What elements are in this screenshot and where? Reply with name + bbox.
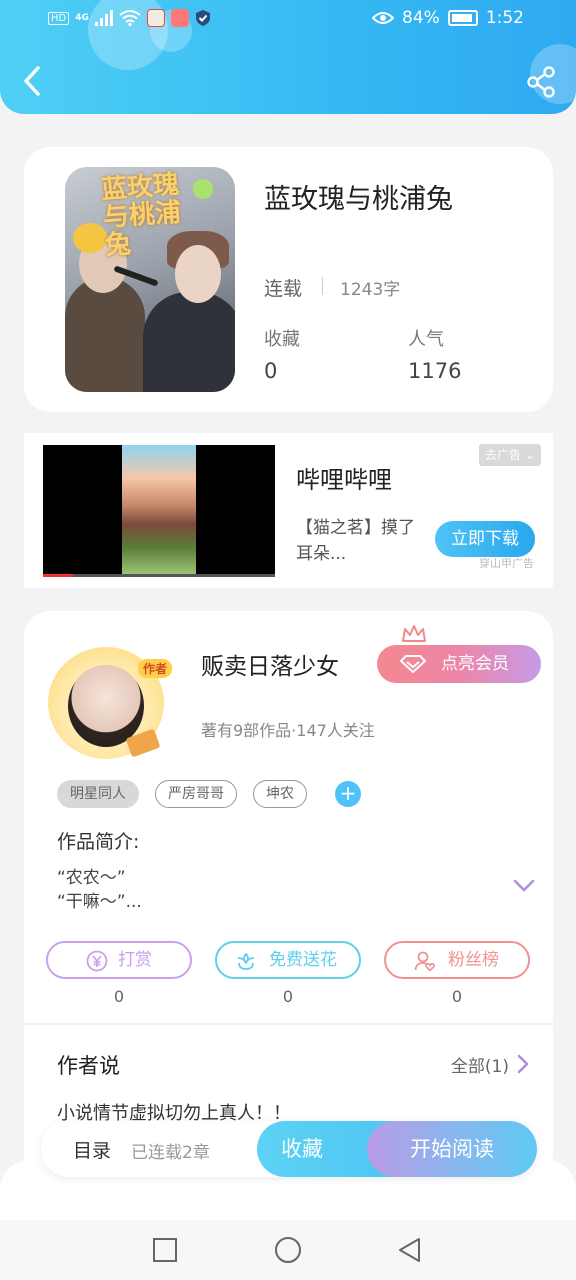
app-notification-icon (146, 9, 165, 27)
user-heart-icon (414, 951, 435, 972)
flower-count: 0 (282, 987, 294, 1006)
ad-progress-bar (43, 574, 275, 577)
signal-icon (94, 10, 113, 26)
vip-label: 点亮会员 (441, 654, 509, 674)
bottom-action-bar: 目录 已连载2章 收藏 开始阅读 (41, 1121, 537, 1177)
popularity-value: 1176 (408, 359, 462, 383)
popularity-label: 人气 (408, 329, 444, 350)
cover-sticker (193, 179, 213, 199)
cover-figure (143, 292, 235, 392)
author-avatar[interactable]: 作者 (48, 647, 172, 759)
ad-description: 【猫之茗】摸了耳朵... (296, 518, 415, 564)
divider (322, 277, 323, 295)
avatar-face (68, 665, 144, 747)
flower-icon (237, 953, 255, 970)
crown-icon (402, 625, 426, 642)
book-info-card: 蓝玫瑰与桃浦兔 蓝玫瑰与桃浦兔 连载 1243字 收藏 0 人气 1176 (24, 147, 553, 412)
send-flower-label: 免费送花 (269, 950, 337, 970)
toc-button[interactable]: 目录 (73, 1136, 111, 1163)
author-card: 作者 贩卖日落少女 点亮会员 著有9部作品·147人关注 明星同人 严房哥哥 坤… (24, 611, 553, 1181)
book-cover[interactable]: 蓝玫瑰与桃浦兔 (65, 167, 235, 392)
share-button[interactable] (526, 66, 556, 98)
chevron-right-icon[interactable] (517, 1054, 529, 1074)
network-indicator: HD (48, 11, 70, 25)
send-flower-button[interactable]: 免费送花 (215, 941, 361, 979)
cover-title: 蓝玫瑰与桃浦兔 (100, 169, 182, 262)
system-nav-bar (0, 1220, 576, 1280)
tip-label: 打赏 (118, 950, 152, 970)
add-tag-button[interactable]: + (335, 781, 361, 807)
square-icon[interactable] (151, 1236, 179, 1264)
yen-coin-icon (86, 950, 108, 972)
circle-icon[interactable] (274, 1236, 302, 1264)
vip-button[interactable]: 点亮会员 (377, 625, 541, 683)
ad-download-button[interactable]: 立即下载 (435, 521, 535, 557)
tag-list: 明星同人 严房哥哥 坤农 + (57, 780, 361, 808)
intro-label: 作品简介: (57, 831, 140, 853)
tip-count: 0 (113, 987, 125, 1006)
ad-video[interactable] (43, 445, 275, 577)
eye-icon (372, 12, 395, 24)
view-all-link[interactable]: 全部(1) (451, 1052, 509, 1077)
tag-item[interactable]: 坤农 (253, 780, 307, 808)
favorites-value: 0 (264, 359, 278, 383)
back-button[interactable] (18, 64, 48, 98)
author-name: 贩卖日落少女 (201, 654, 339, 680)
word-count: 1243字 (340, 280, 401, 300)
header: HD 4G 84% 1:52 (0, 0, 576, 114)
app-notification-icon (170, 9, 189, 27)
battery-percent: 84% (402, 8, 440, 28)
intro-text: “农农～” “干嘛～”... (57, 868, 142, 912)
author-badge: 作者 (137, 659, 172, 678)
divider (24, 1023, 553, 1025)
tag-item[interactable]: 明星同人 (57, 780, 139, 808)
signal-type: 4G (75, 13, 89, 23)
status-bar: HD 4G 84% 1:52 (0, 0, 576, 40)
fan-rank-label: 粉丝榜 (448, 950, 499, 970)
book-title: 蓝玫瑰与桃浦兔 (264, 184, 453, 215)
clock: 1:52 (485, 8, 524, 28)
cover-sticker (73, 223, 107, 253)
chevron-down-icon[interactable] (513, 879, 535, 893)
fan-rank-button[interactable]: 粉丝榜 (384, 941, 530, 979)
wifi-icon (119, 10, 141, 26)
fan-count: 0 (451, 987, 463, 1006)
diamond-icon (400, 655, 426, 673)
author-meta: 著有9部作品·147人关注 (201, 721, 375, 740)
book-status: 连载 (264, 278, 303, 300)
triangle-back-icon[interactable] (396, 1236, 424, 1264)
ad-banner[interactable]: 哔哩哔哩 【猫之茗】摸了耳朵... 去广告 ⌄ 立即下载 穿山甲广告 (24, 433, 553, 588)
tag-item[interactable]: 严房哥哥 (155, 780, 237, 808)
favorites-label: 收藏 (264, 329, 300, 350)
start-reading-button[interactable]: 开始阅读 (367, 1121, 537, 1177)
cover-figure (65, 277, 145, 392)
remove-ad-label: 去广告 (485, 448, 522, 462)
tip-button[interactable]: 打赏 (46, 941, 192, 979)
chapter-status: 已连载2章 (131, 1143, 210, 1163)
shield-icon (195, 10, 210, 26)
ad-source: 穿山甲广告 (479, 557, 534, 570)
remove-ad-button[interactable]: 去广告 ⌄ (479, 444, 541, 466)
battery-icon (447, 10, 478, 26)
ad-app-name: 哔哩哔哩 (296, 466, 392, 494)
ad-video-frame (122, 445, 196, 577)
author-says-title: 作者说 (57, 1054, 120, 1078)
